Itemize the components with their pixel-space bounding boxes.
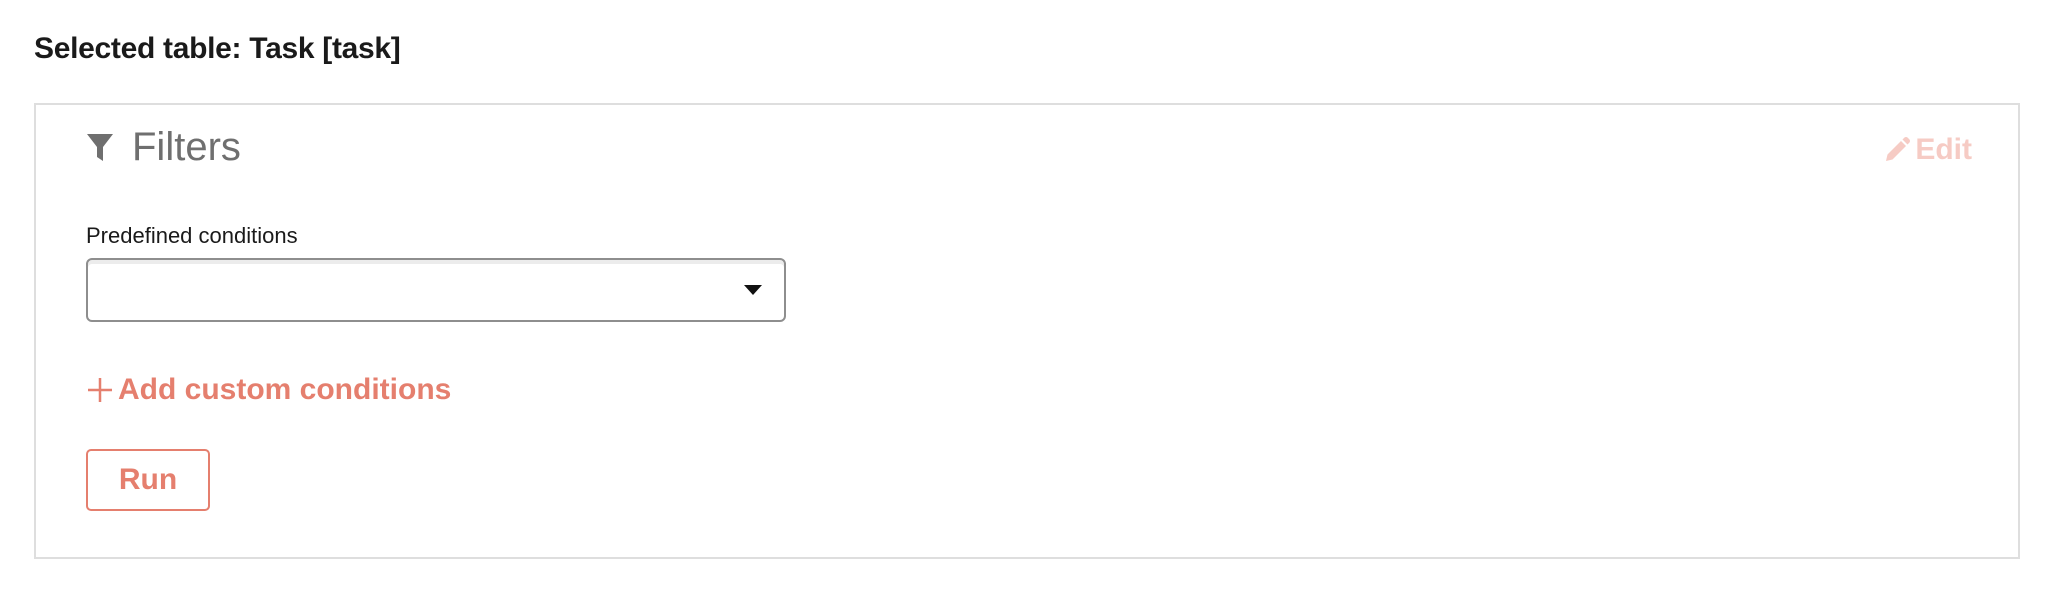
add-custom-conditions-button[interactable]: Add custom conditions [86, 373, 451, 407]
filters-panel-header: Filters [86, 125, 241, 170]
caret-down-icon [744, 285, 762, 295]
run-button[interactable]: Run [86, 449, 210, 511]
filters-panel: Filters Edit Predefined conditions Add c… [34, 103, 2020, 559]
filters-title: Filters [132, 125, 241, 169]
pencil-icon [1886, 137, 1911, 161]
edit-label: Edit [1915, 133, 1972, 166]
add-custom-conditions-label: Add custom conditions [118, 373, 452, 406]
predefined-conditions-label: Predefined conditions [86, 223, 298, 248]
edit-button[interactable]: Edit [1883, 133, 1972, 167]
predefined-conditions-select[interactable] [86, 258, 786, 322]
filter-icon [86, 132, 114, 164]
page: Selected table: Task [task] Filters Edit… [0, 0, 2048, 590]
plus-icon [86, 376, 114, 404]
selected-table-title: Selected table: Task [task] [34, 32, 401, 65]
